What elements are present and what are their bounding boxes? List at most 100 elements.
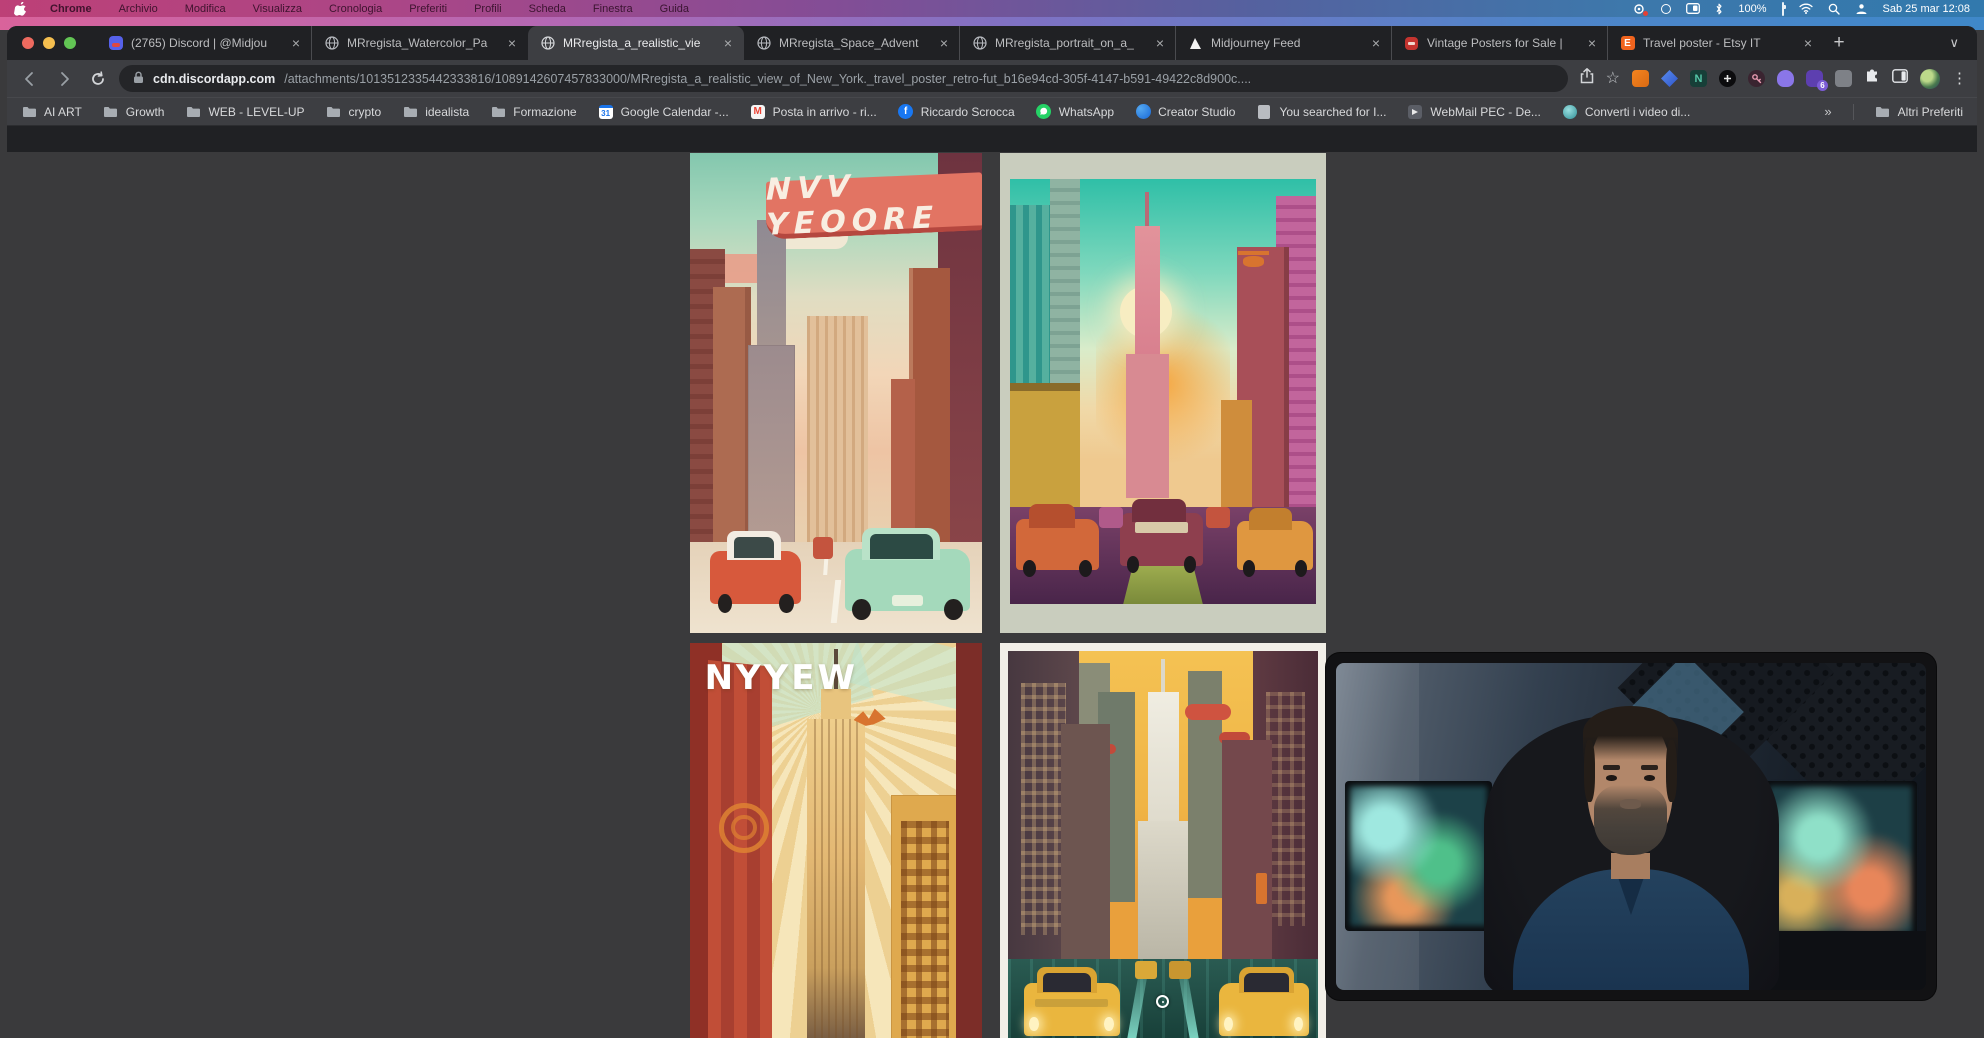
notion-ext-icon[interactable]: N xyxy=(1690,70,1707,87)
menubar-clock[interactable]: Sab 25 mar 12:08 xyxy=(1883,3,1970,15)
poster4-scene xyxy=(1008,651,1318,1038)
new-tab-button[interactable]: + xyxy=(1824,32,1854,54)
minimize-window-button[interactable] xyxy=(43,37,55,49)
apple-icon[interactable] xyxy=(14,2,26,16)
metamask-icon[interactable] xyxy=(1632,70,1649,87)
tab-close-icon[interactable]: × xyxy=(1802,36,1814,50)
url-bar[interactable]: cdn.discordapp.com /attachments/10135123… xyxy=(119,65,1568,92)
menu-cronologia[interactable]: Cronologia xyxy=(329,3,382,15)
menu-modifica[interactable]: Modifica xyxy=(185,3,226,15)
webcam-video xyxy=(1336,663,1926,990)
battery-percent: 100% xyxy=(1738,3,1766,15)
chrome-menu-dots-icon[interactable]: ⋮ xyxy=(1952,71,1967,86)
menu-preferiti[interactable]: Preferiti xyxy=(409,3,447,15)
menu-archivio[interactable]: Archivio xyxy=(119,3,158,15)
bookmark-label: Creator Studio xyxy=(1158,105,1235,119)
other-bookmarks-folder[interactable]: Altri Preferiti xyxy=(1875,104,1963,120)
bookmark-label: Altri Preferiti xyxy=(1898,105,1963,119)
side-panel-icon[interactable] xyxy=(1892,69,1908,88)
tab-title: Midjourney Feed xyxy=(1211,36,1362,50)
folder-icon xyxy=(1875,104,1891,120)
reload-icon[interactable] xyxy=(85,66,111,92)
gray-ext-icon[interactable] xyxy=(1835,70,1852,87)
tab-close-icon[interactable]: × xyxy=(1370,36,1382,50)
tab-close-icon[interactable]: × xyxy=(1586,36,1598,50)
key-ext-icon[interactable] xyxy=(1748,70,1765,87)
tab-vintage-posters[interactable]: Vintage Posters for Sale | × xyxy=(1392,26,1608,60)
generated-image-1[interactable]: NVV YEOORE xyxy=(690,153,982,633)
bookmark-facebook-profile[interactable]: f Riccardo Scrocca xyxy=(898,104,1015,120)
bookmark-star-icon[interactable]: ☆ xyxy=(1606,71,1620,87)
menu-scheda[interactable]: Scheda xyxy=(529,3,566,15)
bookmark-folder-ai-art[interactable]: AI ART xyxy=(21,104,82,120)
bookmark-folder-crypto[interactable]: crypto xyxy=(326,104,382,120)
bookmark-whatsapp[interactable]: WhatsApp xyxy=(1036,104,1114,120)
bluetooth-icon[interactable] xyxy=(1715,3,1723,15)
purple-ext-icon[interactable]: 6 xyxy=(1806,70,1823,87)
tab-close-icon[interactable]: × xyxy=(722,36,734,50)
bookmark-webmail-pec[interactable]: WebMail PEC - De... xyxy=(1407,104,1540,120)
poster1-red-car xyxy=(710,551,801,604)
tab-title: MRregista_Space_Advent xyxy=(779,36,930,50)
wifi-icon[interactable] xyxy=(1799,3,1813,14)
menu-chrome[interactable]: Chrome xyxy=(50,3,92,15)
person-brow xyxy=(1603,765,1620,770)
tab-etsy[interactable]: E Travel poster - Etsy IT × xyxy=(1608,26,1824,60)
toolbar-icons: ☆ N 6 xyxy=(1576,68,1967,89)
bookmark-you-searched[interactable]: You searched for I... xyxy=(1256,104,1386,120)
bookmark-google-calendar[interactable]: 31 Google Calendar -... xyxy=(598,104,729,120)
menu-guida[interactable]: Guida xyxy=(660,3,689,15)
profile-avatar[interactable] xyxy=(1920,69,1940,89)
bookmark-folder-idealista[interactable]: idealista xyxy=(402,104,469,120)
poster3-sun-ring xyxy=(719,803,769,853)
poster2-scene xyxy=(1010,179,1316,604)
window-controls xyxy=(7,37,96,49)
tab-space-adventure[interactable]: MRregista_Space_Advent × xyxy=(744,26,960,60)
bookmark-folder-growth[interactable]: Growth xyxy=(103,104,165,120)
tab-close-icon[interactable]: × xyxy=(290,36,302,50)
onepassword-icon[interactable] xyxy=(1661,4,1671,14)
puzzle-extensions-icon[interactable] xyxy=(1864,68,1880,89)
forward-icon[interactable] xyxy=(51,66,77,92)
tab-close-icon[interactable]: × xyxy=(506,36,518,50)
tab-search-chevron-icon[interactable]: ∨ xyxy=(1949,35,1967,51)
bookmark-creator-studio[interactable]: Creator Studio xyxy=(1135,104,1235,120)
tab-midjourney-feed[interactable]: Midjourney Feed × xyxy=(1176,26,1392,60)
webmail-icon xyxy=(1407,104,1423,120)
record-status-icon[interactable] xyxy=(1633,3,1646,15)
tab-close-icon[interactable]: × xyxy=(938,36,950,50)
menu-finestra[interactable]: Finestra xyxy=(593,3,633,15)
midjourney-sail-icon xyxy=(1188,36,1203,51)
bookmark-folder-web-level-up[interactable]: WEB - LEVEL-UP xyxy=(185,104,304,120)
display-icon[interactable] xyxy=(1686,3,1700,14)
tab-watercolor[interactable]: MRregista_Watercolor_Pa × xyxy=(312,26,528,60)
dark-ext-icon[interactable] xyxy=(1719,70,1736,87)
tab-portrait[interactable]: MRregista_portrait_on_a_ × xyxy=(960,26,1176,60)
tab-close-icon[interactable]: × xyxy=(1154,36,1166,50)
control-center-icon[interactable] xyxy=(1855,3,1868,15)
bookmarks-bar: AI ART Growth WEB - LEVEL-UP crypto idea… xyxy=(7,97,1977,126)
lock-icon[interactable] xyxy=(133,71,144,87)
generated-image-3[interactable]: NYYEW xyxy=(690,643,982,1038)
bookmark-converti-video[interactable]: Converti i video di... xyxy=(1562,104,1690,120)
bookmarks-overflow-chevron[interactable]: » xyxy=(1824,104,1831,119)
tab-title: MRregista_a_realistic_vie xyxy=(563,36,714,50)
generated-image-2[interactable] xyxy=(1000,153,1326,633)
zoom-window-button[interactable] xyxy=(64,37,76,49)
bookmark-folder-formazione[interactable]: Formazione xyxy=(490,104,576,120)
tab-realistic-view-active[interactable]: MRregista_a_realistic_vie × xyxy=(528,26,744,60)
back-icon[interactable] xyxy=(17,66,43,92)
poster2-helicopter xyxy=(1243,256,1264,267)
close-window-button[interactable] xyxy=(22,37,34,49)
menu-profili[interactable]: Profili xyxy=(474,3,502,15)
share-icon[interactable] xyxy=(1580,68,1594,89)
menu-visualizza[interactable]: Visualizza xyxy=(253,3,302,15)
bookmark-gmail-inbox[interactable]: M Posta in arrivo - ri... xyxy=(750,104,877,120)
bookmark-label: idealista xyxy=(425,105,469,119)
tab-discord[interactable]: (2765) Discord | @Midjou × xyxy=(96,26,312,60)
bookmark-label: WebMail PEC - De... xyxy=(1430,105,1540,119)
spotlight-icon[interactable] xyxy=(1828,3,1840,15)
cloud-ext-icon[interactable] xyxy=(1777,70,1794,87)
wallet-ext-icon[interactable] xyxy=(1661,70,1678,87)
generated-image-4[interactable] xyxy=(1000,643,1326,1038)
